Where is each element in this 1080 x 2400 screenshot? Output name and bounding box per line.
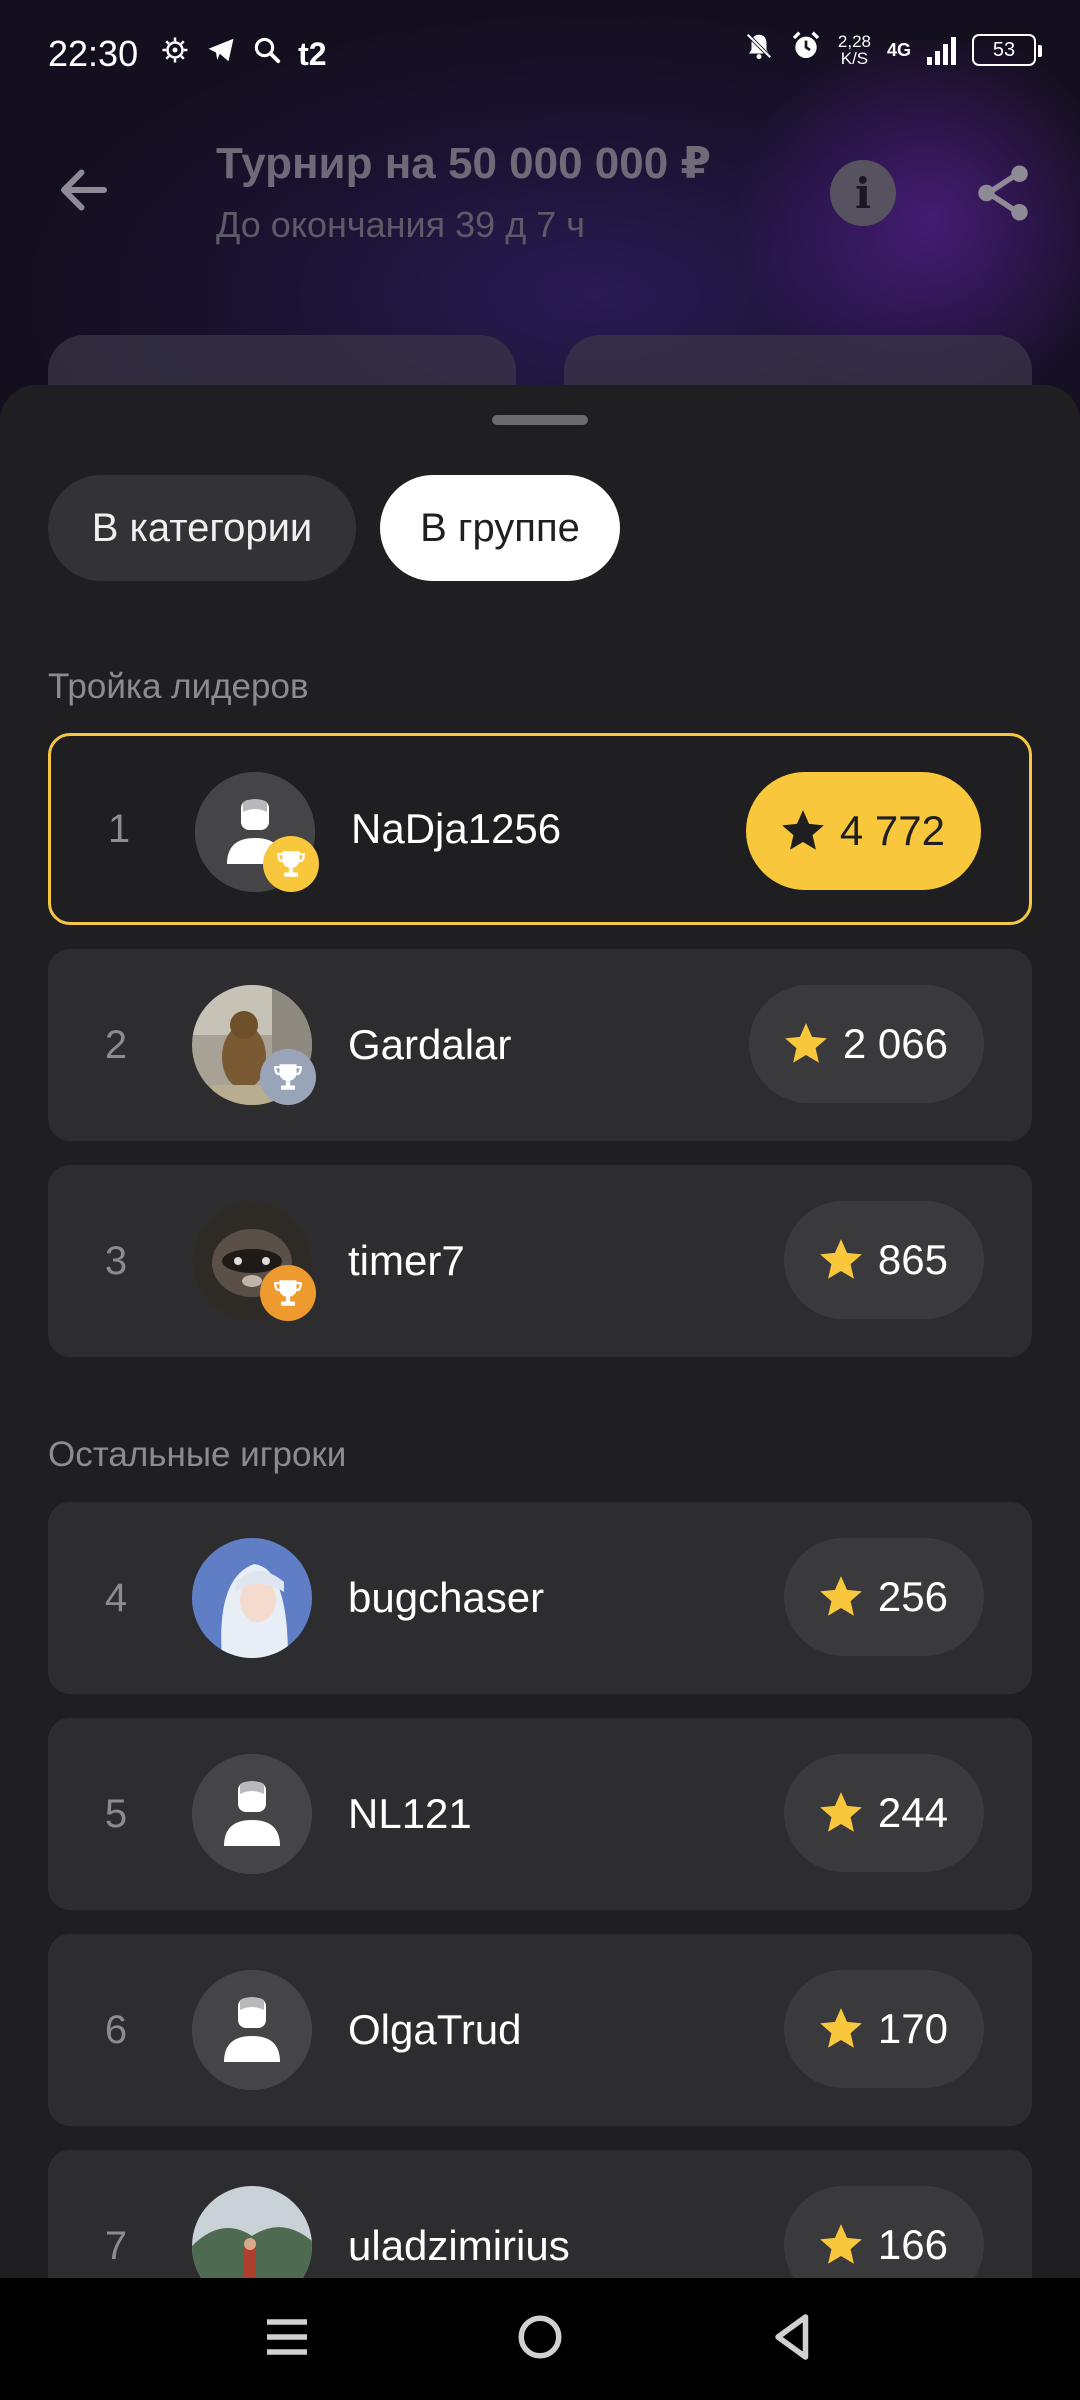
player-name: timer7 [348, 1237, 465, 1284]
player-rank: 1 [107, 806, 131, 851]
player-score: 244 [783, 1754, 984, 1872]
star-icon [820, 2224, 862, 2264]
score-value: 170 [877, 2005, 948, 2052]
gold-trophy-icon [263, 836, 319, 892]
settings-icon [160, 35, 190, 73]
player-name: NL121 [348, 1790, 472, 1837]
player-score: 170 [783, 1970, 984, 2088]
alarm-icon [790, 30, 822, 70]
default-avatar-icon [192, 1754, 312, 1874]
player-rank: 2 [104, 1022, 128, 1067]
score-value: 4 772 [839, 807, 945, 854]
player-name: OlgaTrud [348, 2006, 522, 2053]
battery-icon: 53 [972, 34, 1042, 66]
score-value: 2 066 [842, 1020, 948, 1067]
score-value: 166 [877, 2221, 948, 2268]
tab-category[interactable]: В категории [48, 475, 356, 581]
network-type: 4G [886, 40, 911, 60]
back-arrow-icon[interactable] [54, 160, 114, 220]
player-name: Gardalar [348, 1021, 512, 1068]
player-score: 865 [783, 1201, 984, 1319]
sheet-drag-handle[interactable] [492, 415, 588, 425]
player-rank: 4 [104, 1575, 128, 1620]
back-triangle-icon[interactable] [763, 2307, 823, 2372]
player-name: bugchaser [348, 1574, 545, 1621]
leaderboard-sheet: В категории В группе Тройка лидеров 1 Na… [0, 385, 1080, 2400]
bronze-trophy-icon [260, 1265, 316, 1321]
speed-value: 2,28 [837, 32, 871, 51]
leaderboard-row[interactable]: 4 bugchaser 256 [48, 1502, 1032, 1694]
player-score: 256 [783, 1538, 984, 1656]
system-nav-bar [0, 2278, 1080, 2400]
page-subtitle: До окончания 39 д 7 ч [216, 204, 585, 245]
star-icon [820, 1239, 862, 1279]
speed-unit: K/S [840, 49, 869, 68]
star-icon [820, 1792, 862, 1832]
player-score: 4 772 [745, 772, 981, 890]
info-icon[interactable]: i [830, 160, 896, 226]
share-icon[interactable] [970, 160, 1036, 226]
network-speed: 2,28 K/S [838, 33, 871, 67]
star-icon [820, 2008, 862, 2048]
silver-trophy-icon [260, 1049, 316, 1105]
leaderboard-row[interactable]: 6 OlgaTrud 170 [48, 1934, 1032, 2126]
menu-icon[interactable] [257, 2307, 317, 2372]
leaderboard-row[interactable]: 1 NaDja1256 4 772 [48, 733, 1032, 925]
leaders-section-title: Тройка лидеров [48, 667, 309, 706]
leaderboard-row[interactable]: 2 Gardalar 2 066 [48, 949, 1032, 1141]
score-value: 256 [877, 1573, 948, 1620]
battery-level: 53 [992, 38, 1016, 61]
leaderboard-row[interactable]: 5 NL121 244 [48, 1718, 1032, 1910]
player-rank: 3 [104, 1238, 128, 1283]
star-icon [785, 1023, 827, 1063]
telegram-icon [206, 35, 236, 73]
search-icon [252, 35, 282, 73]
default-avatar-icon [192, 1970, 312, 2090]
score-value: 244 [877, 1789, 948, 1836]
anime-girl-photo [192, 1538, 312, 1658]
player-rank: 5 [104, 1791, 128, 1836]
score-value: 865 [877, 1236, 948, 1283]
t2-icon: t2 [298, 35, 327, 72]
leaderboard-row[interactable]: 3 timer7 865 [48, 1165, 1032, 1357]
home-icon[interactable] [510, 2307, 570, 2372]
status-time: 22:30 [48, 33, 139, 74]
signal-icon [927, 35, 956, 65]
status-bar: 22:30 t2 2,28 K/S 4G 53 [0, 0, 1080, 108]
player-score: 2 066 [748, 985, 984, 1103]
page-title: Турнир на 50 000 000 ₽ [216, 139, 712, 188]
player-name: NaDja1256 [351, 805, 562, 852]
star-icon [820, 1576, 862, 1616]
star-icon [782, 810, 824, 850]
tab-group[interactable]: В группе [380, 475, 620, 581]
others-section-title: Остальные игроки [48, 1435, 347, 1474]
player-rank: 6 [104, 2007, 128, 2052]
bell-off-icon [744, 31, 774, 69]
